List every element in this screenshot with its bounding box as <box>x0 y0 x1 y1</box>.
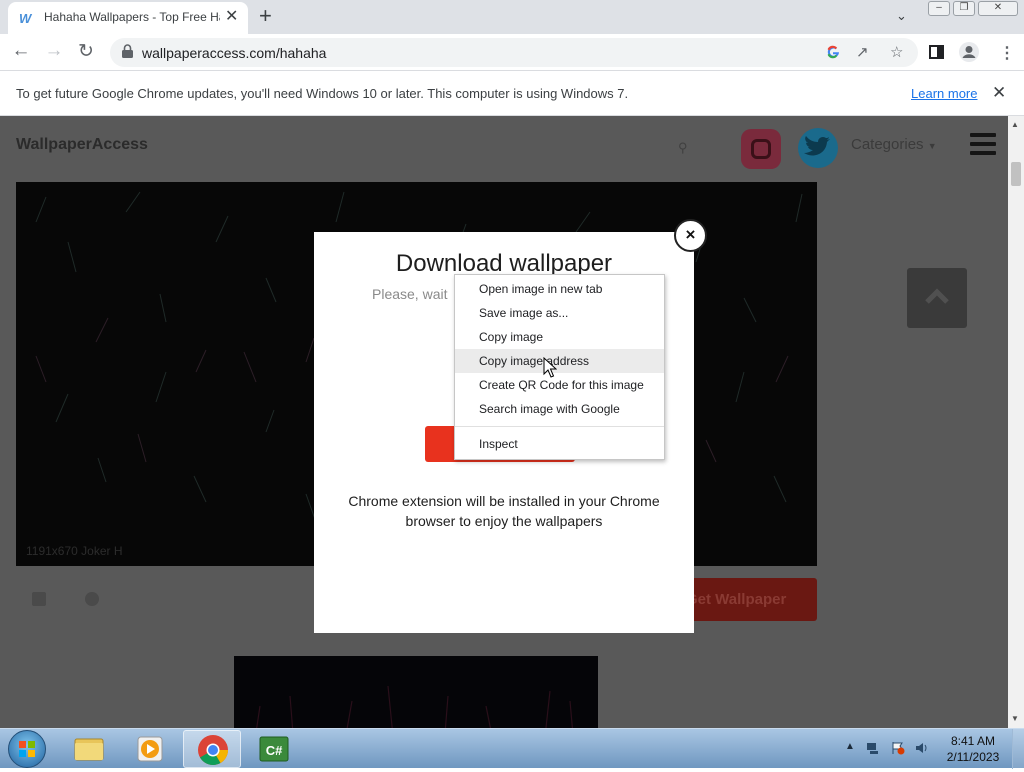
clock-date[interactable]: 2/11/2023 <box>940 750 1006 764</box>
site-search-icon[interactable]: ⚲ <box>678 140 688 156</box>
share-icon[interactable]: ↗ <box>856 43 869 61</box>
taskbar-media-player[interactable] <box>121 730 179 768</box>
tab-close-button[interactable]: ✕ <box>225 8 238 26</box>
bookmark-star-icon[interactable]: ☆ <box>890 43 903 61</box>
tab-search-chevron-icon[interactable]: ⌄ <box>896 8 907 24</box>
ctx-open-image-new-tab[interactable]: Open image in new tab <box>455 277 664 301</box>
twitter-icon[interactable] <box>796 128 840 168</box>
action-center-flag-icon[interactable] <box>891 741 905 755</box>
image-caption: 1191x670 Joker H <box>26 544 123 558</box>
chrome-icon <box>198 735 228 766</box>
new-tab-button[interactable]: + <box>259 3 272 29</box>
lock-icon <box>122 44 133 58</box>
modal-close-button[interactable]: × <box>674 219 707 252</box>
scroll-down-arrow-icon[interactable]: ▼ <box>1011 714 1019 723</box>
media-player-icon <box>137 736 163 762</box>
folder-icon <box>74 738 104 761</box>
ctx-copy-image-address[interactable]: Copy image address <box>455 349 664 373</box>
learn-more-link[interactable]: Learn more <box>911 86 977 101</box>
svg-text:C#: C# <box>266 743 283 758</box>
scrollbar-thumb[interactable] <box>1011 162 1021 186</box>
side-panel-icon[interactable] <box>929 45 944 59</box>
thumbnail-texture <box>256 685 574 728</box>
windows-taskbar: C# ▲ 8:41 AM 2/11/2023 <box>0 728 1024 769</box>
categories-label: Categories <box>851 136 924 153</box>
ctx-inspect[interactable]: Inspect <box>455 432 664 456</box>
ctx-save-image-as[interactable]: Save image as... <box>455 301 664 325</box>
reload-icon[interactable]: ↻ <box>74 40 98 63</box>
instagram-icon[interactable] <box>741 129 781 169</box>
address-bar[interactable]: wallpaperaccess.com/hahaha ↗ ☆ <box>110 38 918 67</box>
windows-logo-icon <box>19 741 35 757</box>
profile-avatar-icon[interactable] <box>958 41 980 63</box>
csharp-icon: C# <box>259 736 289 762</box>
mouse-cursor-icon <box>543 357 557 378</box>
infobar-close-icon[interactable]: ✕ <box>992 83 1006 103</box>
taskbar-chrome[interactable] <box>183 730 241 768</box>
page-scrollbar[interactable]: ▲ ▼ <box>1008 116 1024 728</box>
network-icon[interactable] <box>866 741 880 755</box>
taskbar-file-explorer[interactable] <box>60 730 118 768</box>
ctx-search-image-google[interactable]: Search image with Google <box>455 397 664 421</box>
minimize-button[interactable]: – <box>928 1 950 16</box>
scroll-up-arrow-icon[interactable]: ▲ <box>1011 120 1019 129</box>
start-button[interactable] <box>8 730 46 768</box>
google-icon[interactable] <box>826 45 840 59</box>
restore-button[interactable]: ❐ <box>953 1 975 16</box>
caret-down-icon: ▼ <box>927 141 937 151</box>
back-arrow-icon[interactable]: ← <box>9 40 33 62</box>
ctx-separator <box>455 426 664 427</box>
ctx-create-qr-code[interactable]: Create QR Code for this image <box>455 373 664 397</box>
modal-wait-text: Please, wait <box>372 286 448 302</box>
wallpaper-thumbnail[interactable] <box>234 656 598 728</box>
infobar-message: To get future Google Chrome updates, you… <box>16 86 629 101</box>
browser-tab[interactable]: W Hahaha Wallpapers - Top Free Hahaha Ba… <box>8 2 248 34</box>
update-infobar: To get future Google Chrome updates, you… <box>0 71 1024 116</box>
get-wallpaper-button[interactable]: Get Wallpaper <box>676 578 817 621</box>
get-wallpaper-label: Get Wallpaper <box>686 591 787 608</box>
categories-dropdown[interactable]: Categories ▼ <box>851 136 937 153</box>
facebook-share-icon[interactable] <box>32 592 46 606</box>
url-text[interactable]: wallpaperaccess.com/hahaha <box>142 45 326 61</box>
hamburger-menu-icon[interactable] <box>970 133 996 155</box>
forward-arrow-icon[interactable]: → <box>42 40 66 62</box>
pinterest-share-icon[interactable] <box>85 592 99 606</box>
window-close-button[interactable]: ✕ <box>978 1 1018 16</box>
context-menu: Open image in new tab Save image as... C… <box>454 274 665 460</box>
site-favicon-icon: W <box>19 11 31 26</box>
menu-kebab-icon[interactable]: ⋮ <box>999 43 1015 63</box>
modal-note: Chrome extension will be installed in yo… <box>348 493 660 529</box>
show-desktop-button[interactable] <box>1012 729 1024 769</box>
tab-title: Hahaha Wallpapers - Top Free Hahaha Back… <box>44 10 220 24</box>
browser-toolbar: ← → ↻ wallpaperaccess.com/hahaha ↗ ☆ ⋮ <box>0 34 1024 71</box>
volume-icon[interactable] <box>915 741 929 755</box>
tab-strip: W Hahaha Wallpapers - Top Free Hahaha Ba… <box>0 0 1024 34</box>
site-logo[interactable]: WallpaperAccess <box>16 136 148 154</box>
chevron-up-icon <box>925 288 949 304</box>
taskbar-csharp-ide[interactable]: C# <box>245 730 303 768</box>
clock-time[interactable]: 8:41 AM <box>940 734 1006 748</box>
tray-expand-icon[interactable]: ▲ <box>845 741 855 752</box>
ctx-copy-image[interactable]: Copy image <box>455 325 664 349</box>
scroll-to-top-button[interactable] <box>907 268 967 328</box>
